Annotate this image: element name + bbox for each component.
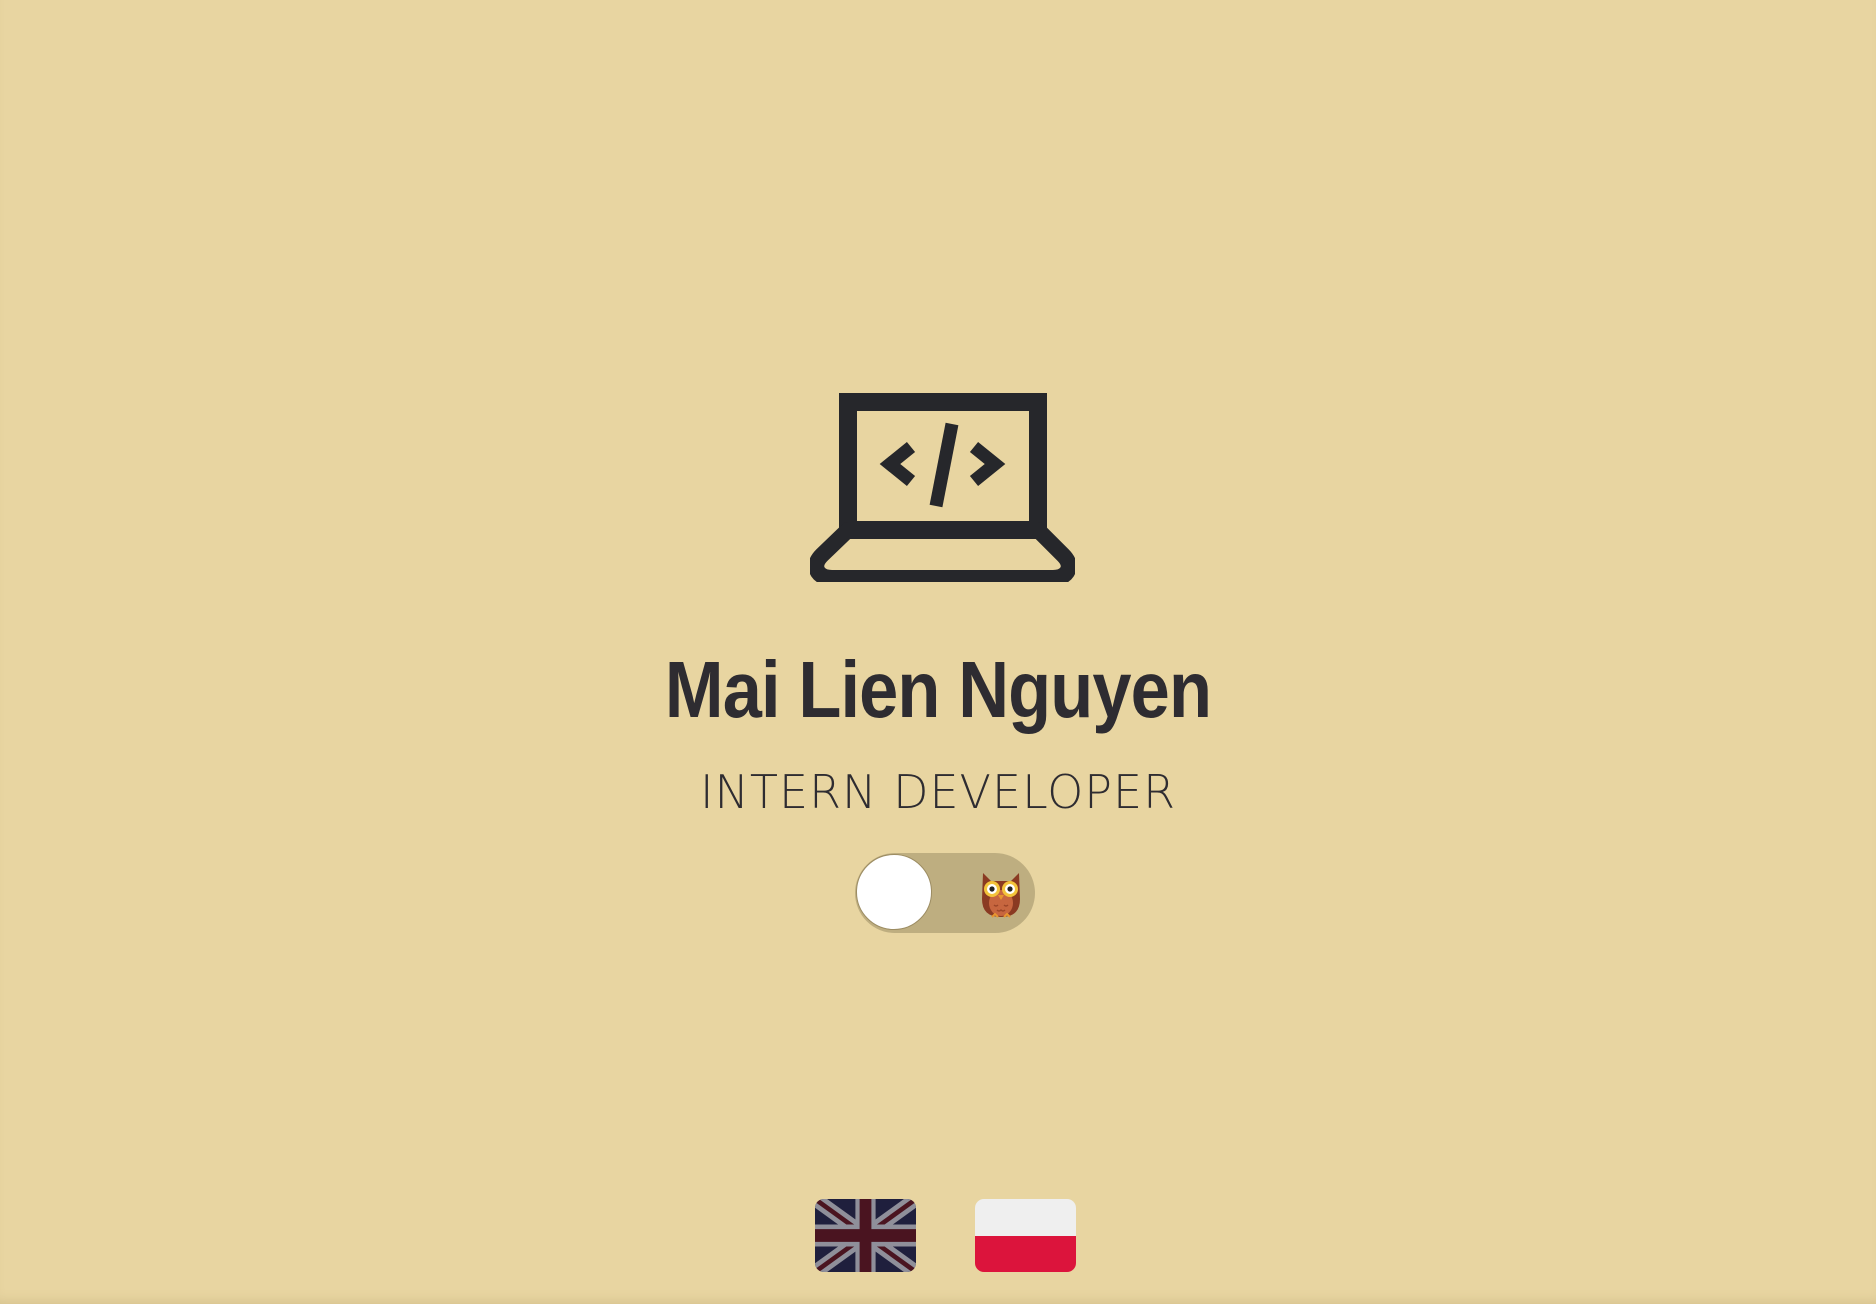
profile-role: INTERN DEVELOPER: [699, 765, 1177, 819]
uk-flag-icon: [815, 1199, 916, 1272]
profile-name: Mai Lien Nguyen: [664, 645, 1212, 734]
hero-section: Mai Lien Nguyen INTERN DEVELOPER: [0, 0, 1876, 1304]
poland-flag-icon: [975, 1199, 1076, 1236]
poland-flag-red-band: [975, 1235, 1076, 1272]
laptop-code-icon: [810, 393, 1075, 582]
language-english-button[interactable]: [815, 1199, 916, 1272]
owl-icon: [982, 873, 1020, 918]
language-polish-button[interactable]: [975, 1199, 1076, 1272]
toggle-knob: [856, 854, 932, 930]
theme-toggle[interactable]: [855, 853, 1035, 933]
